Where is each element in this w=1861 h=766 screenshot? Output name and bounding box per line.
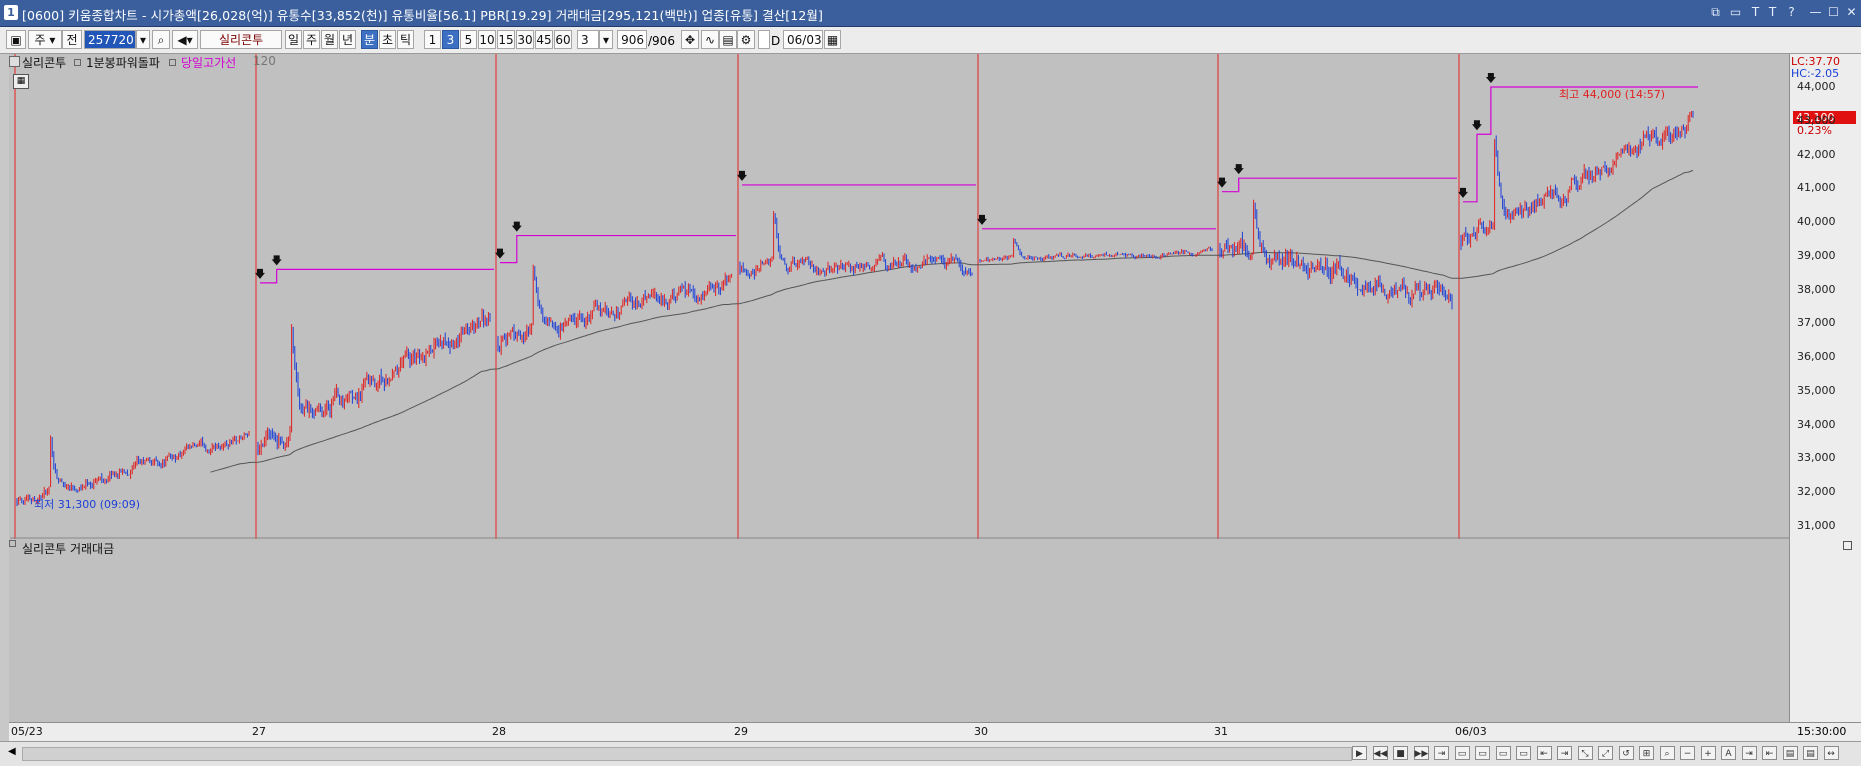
bottom-tool-icon[interactable]: ⤢ bbox=[1598, 746, 1613, 760]
bottom-tool-icon[interactable]: ⊞ bbox=[1639, 746, 1654, 760]
high-price-annotation: 최고 44,000 (14:57) bbox=[1559, 88, 1666, 101]
bottom-tool-icon[interactable]: ▤ bbox=[1803, 746, 1818, 760]
moving-average-line bbox=[210, 169, 1694, 473]
bottom-tool-icon[interactable]: ▭ bbox=[1475, 746, 1490, 760]
time-tick-label: 27 bbox=[252, 725, 266, 738]
time-tick-label: 31 bbox=[1214, 725, 1228, 738]
legend-marker-3 bbox=[169, 59, 176, 66]
legend-high-line[interactable]: 당일고가선 bbox=[181, 54, 236, 71]
bottom-tool-icon[interactable]: ⇤ bbox=[1762, 746, 1777, 760]
price-tick-label: 41,000 bbox=[1797, 181, 1836, 195]
bottom-tool-icon[interactable]: ⇥ bbox=[1741, 746, 1757, 760]
low-price-annotation: 최저 31,300 (09:09) bbox=[34, 498, 141, 511]
scroll-track[interactable] bbox=[22, 747, 1352, 761]
time-tick-label: 29 bbox=[734, 725, 748, 738]
price-tick-label: 42,000 bbox=[1797, 147, 1836, 161]
down-arrow-icon bbox=[1485, 73, 1496, 83]
time-tick-label: 06/03 bbox=[1455, 725, 1487, 738]
calculator-icon[interactable]: ▦ bbox=[13, 74, 29, 89]
price-tick-label: 36,000 bbox=[1797, 350, 1836, 364]
time-tick-label: 30 bbox=[974, 725, 988, 738]
down-arrow-icon bbox=[1233, 164, 1244, 175]
volume-panel-title[interactable]: 실리콘투 거래대금 bbox=[22, 540, 114, 557]
panel-expand-icon[interactable] bbox=[1843, 541, 1852, 550]
down-arrow-icon bbox=[511, 221, 522, 232]
bottom-tool-icon[interactable]: ▭ bbox=[1516, 746, 1531, 760]
bottom-tool-icon[interactable]: + bbox=[1700, 746, 1716, 760]
bottom-tool-icon[interactable]: ⇥ bbox=[1434, 746, 1449, 760]
price-tick-label: 34,000 bbox=[1797, 417, 1836, 431]
bottom-tool-icon[interactable]: ■ bbox=[1393, 746, 1408, 760]
bottom-tool-icon[interactable]: ▤ bbox=[1782, 746, 1798, 760]
bottom-tool-icon[interactable]: ▭ bbox=[1495, 746, 1511, 760]
bottom-tool-icon[interactable]: ▶▶ bbox=[1413, 746, 1429, 760]
legend-stock[interactable]: 실리콘투 bbox=[22, 54, 66, 71]
price-tick-label: 37,000 bbox=[1797, 316, 1836, 330]
intraday-high-line bbox=[1222, 177, 1457, 193]
price-tick-label: 33,000 bbox=[1797, 451, 1836, 465]
volume-panel[interactable] bbox=[9, 539, 1789, 722]
bottom-tool-icon[interactable]: − bbox=[1680, 746, 1695, 760]
time-tick-label: 28 bbox=[492, 725, 506, 738]
intraday-high-line bbox=[260, 268, 494, 284]
legend-ma-period[interactable]: 120 bbox=[253, 54, 276, 68]
legend-marker-2 bbox=[74, 59, 81, 66]
legend-marker-1 bbox=[9, 56, 20, 67]
legend-power-breakout[interactable]: 1분봉파워돌파 bbox=[86, 54, 160, 71]
bottom-tool-icon[interactable]: A bbox=[1721, 746, 1736, 760]
price-tick-label: 38,000 bbox=[1797, 282, 1836, 296]
volume-legend-marker bbox=[9, 540, 16, 547]
down-arrow-icon bbox=[1471, 120, 1482, 131]
price-tick-label: 44,000 bbox=[1797, 80, 1836, 93]
time-axis-end-label: 15:30:00 bbox=[1797, 725, 1847, 738]
time-axis[interactable] bbox=[9, 722, 1861, 741]
bottom-tool-icon[interactable]: ⌕ bbox=[1659, 746, 1675, 760]
hc-label: HC:-2.05 bbox=[1791, 67, 1840, 80]
bottom-tool-icon[interactable]: ▶ bbox=[1352, 746, 1367, 760]
price-tick-label: 35,000 bbox=[1797, 383, 1836, 397]
bottom-tool-icon[interactable]: ⇤ bbox=[1536, 746, 1552, 760]
price-tick-label: 32,000 bbox=[1797, 485, 1836, 499]
bottom-tool-icon[interactable]: ▭ bbox=[1454, 746, 1470, 760]
bottom-tool-icon[interactable]: ⇥ bbox=[1557, 746, 1572, 760]
bottom-tool-icon[interactable]: ↔ bbox=[1823, 746, 1839, 760]
bottom-tool-icon[interactable]: ◀◀ bbox=[1372, 746, 1388, 760]
scroll-left-icon[interactable]: ◀ bbox=[8, 746, 16, 757]
price-tick-label: 40,000 bbox=[1797, 215, 1836, 229]
time-tick-label: 05/23 bbox=[11, 725, 43, 738]
price-tick-label: 43,000 bbox=[1797, 113, 1836, 127]
bottom-tool-icon[interactable]: ⤡ bbox=[1577, 746, 1593, 760]
intraday-high-line bbox=[500, 234, 736, 264]
price-tick-label: 31,000 bbox=[1797, 519, 1836, 532]
down-arrow-icon bbox=[271, 255, 282, 266]
bottom-tool-icon[interactable]: ↺ bbox=[1618, 746, 1634, 760]
price-tick-label: 39,000 bbox=[1797, 248, 1836, 262]
